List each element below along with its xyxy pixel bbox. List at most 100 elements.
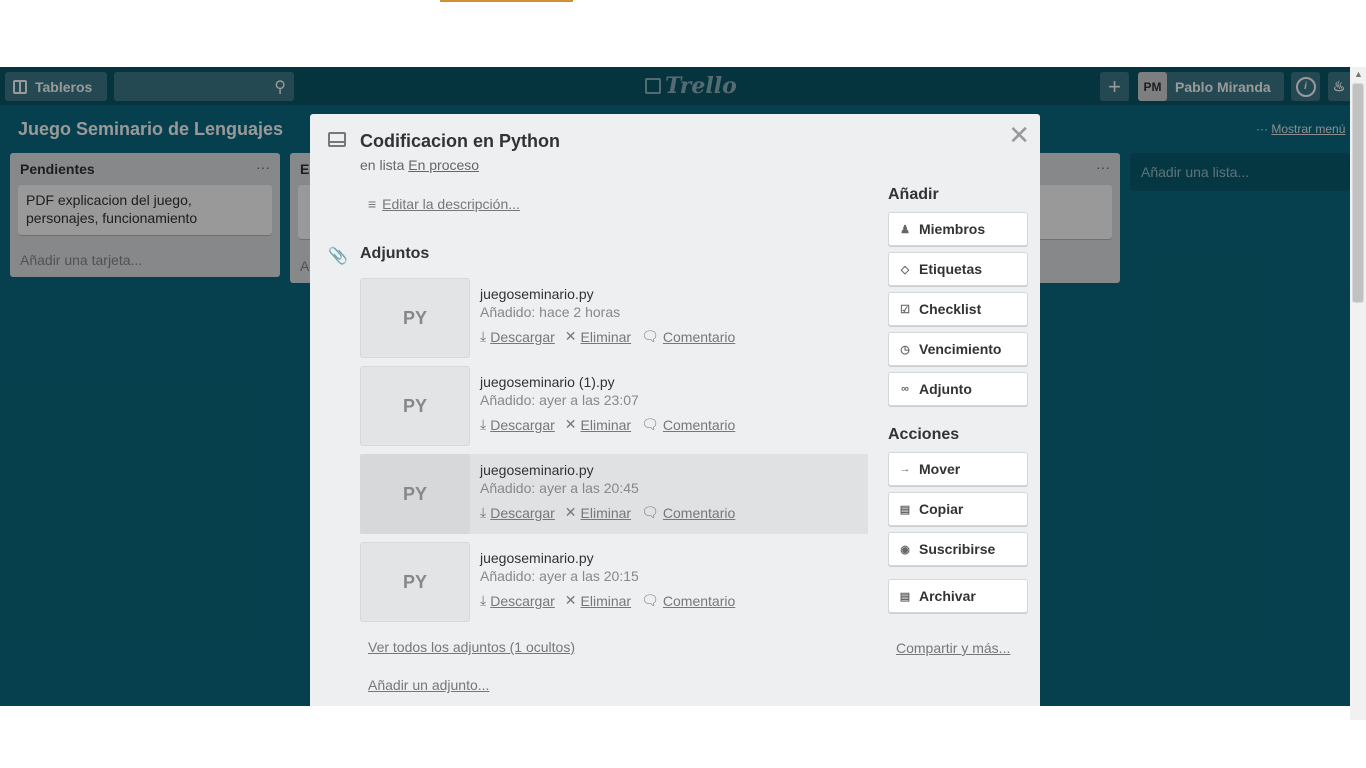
move-label: Mover xyxy=(919,461,961,477)
comment-button[interactable]: 🗨 Comentario xyxy=(641,416,735,433)
checkbox-icon: ☑ xyxy=(900,303,910,316)
tag-icon: ◇ xyxy=(900,263,910,276)
attachment-item[interactable]: PY juegoseminario.py Añadido: ayer a las… xyxy=(360,542,868,622)
share-more-link[interactable]: Compartir y más... xyxy=(896,640,1010,656)
attachment-name: juegoseminario.py xyxy=(480,550,594,566)
copy-button[interactable]: ▤ Copiar xyxy=(888,492,1028,526)
comment-label: Comentario xyxy=(662,592,736,609)
attachment-actions: ⤓ Descargar ✕ Eliminar 🗨 Comentario xyxy=(480,416,735,433)
attachments-title: Adjuntos xyxy=(360,245,430,262)
comment-icon: 🗨 xyxy=(641,504,659,520)
comment-button[interactable]: 🗨 Comentario xyxy=(641,504,735,521)
browser-top-area xyxy=(0,0,1366,67)
archive-button[interactable]: ▤ Archivar xyxy=(888,579,1028,613)
close-icon[interactable]: ✕ xyxy=(1008,120,1030,151)
attachment-date: Añadido: hace 2 horas xyxy=(480,304,621,320)
edit-description-link[interactable]: ≡ Editar la descripción... xyxy=(368,196,520,212)
paperclip-icon: 📎 xyxy=(328,248,348,265)
card-title[interactable]: Codificacion en Python xyxy=(360,131,560,152)
delete-label: Eliminar xyxy=(580,416,632,433)
arrow-right-icon: → xyxy=(899,463,911,475)
checklist-button[interactable]: ☑ Checklist xyxy=(888,292,1028,326)
download-button[interactable]: ⤓ Descargar xyxy=(480,504,555,521)
comment-label: Comentario xyxy=(662,328,736,345)
delete-button[interactable]: ✕ Eliminar xyxy=(565,592,631,609)
comment-icon: 🗨 xyxy=(641,592,659,608)
members-button[interactable]: ♟ Miembros xyxy=(888,212,1028,246)
view-all-attachments-link[interactable]: Ver todos los adjuntos (1 ocultos) xyxy=(368,639,575,655)
attachment-actions: ⤓ Descargar ✕ Eliminar 🗨 Comentario xyxy=(480,328,735,345)
attachment-thumbnail[interactable]: PY xyxy=(360,542,470,622)
members-label: Miembros xyxy=(919,221,986,237)
delete-button[interactable]: ✕ Eliminar xyxy=(565,328,631,345)
attachment-name: juegoseminario (1).py xyxy=(480,374,615,390)
download-icon: ⤓ xyxy=(480,328,487,344)
download-icon: ⤓ xyxy=(480,504,487,520)
due-date-label: Vencimiento xyxy=(919,341,1002,357)
download-button[interactable]: ⤓ Descargar xyxy=(480,592,555,609)
bottom-blank-area xyxy=(0,706,1366,768)
download-label: Descargar xyxy=(490,416,555,433)
clock-icon: ◷ xyxy=(900,343,910,356)
copy-label: Copiar xyxy=(919,501,964,517)
scroll-up-icon[interactable]: ▲ xyxy=(1354,69,1363,79)
person-icon: ♟ xyxy=(900,223,910,236)
loading-indicator xyxy=(440,0,573,2)
attachment-date: Añadido: ayer a las 20:15 xyxy=(480,568,639,584)
comment-button[interactable]: 🗨 Comentario xyxy=(641,328,735,345)
close-icon: ✕ xyxy=(564,504,577,520)
checklist-label: Checklist xyxy=(919,301,982,317)
attachment-button[interactable]: ∞ Adjunto xyxy=(888,372,1028,406)
attachment-date: Añadido: ayer a las 23:07 xyxy=(480,392,639,408)
due-date-button[interactable]: ◷ Vencimiento xyxy=(888,332,1028,366)
attachment-thumbnail[interactable]: PY xyxy=(360,366,470,446)
attachment-actions: ⤓ Descargar ✕ Eliminar 🗨 Comentario xyxy=(480,504,735,521)
attachment-thumbnail[interactable]: PY xyxy=(360,278,470,358)
card-list-info: en lista En proceso xyxy=(360,157,479,173)
in-list-prefix: en lista xyxy=(360,157,405,173)
list-link[interactable]: En proceso xyxy=(408,157,479,173)
comment-icon: 🗨 xyxy=(641,416,659,432)
subscribe-label: Suscribirse xyxy=(919,541,996,557)
delete-label: Eliminar xyxy=(580,592,632,609)
comment-label: Comentario xyxy=(662,416,736,433)
vertical-scrollbar[interactable]: ▲ xyxy=(1350,67,1366,720)
add-attachment-link[interactable]: Añadir un adjunto... xyxy=(368,677,489,693)
attachment-name: juegoseminario.py xyxy=(480,462,594,478)
card-icon xyxy=(328,132,346,152)
labels-label: Etiquetas xyxy=(919,261,983,277)
comment-label: Comentario xyxy=(662,504,736,521)
subscribe-button[interactable]: ◉ Suscribirse xyxy=(888,532,1028,566)
copy-icon: ▤ xyxy=(899,503,911,516)
archive-label: Archivar xyxy=(919,588,976,604)
attachment-date: Añadido: ayer a las 20:45 xyxy=(480,480,639,496)
move-button[interactable]: → Mover xyxy=(888,452,1028,486)
comment-button[interactable]: 🗨 Comentario xyxy=(641,592,735,609)
attachment-item[interactable]: PY juegoseminario.py Añadido: ayer a las… xyxy=(360,454,868,534)
labels-button[interactable]: ◇ Etiquetas xyxy=(888,252,1028,286)
edit-description-label: Editar la descripción... xyxy=(382,196,520,212)
delete-button[interactable]: ✕ Eliminar xyxy=(565,504,631,521)
delete-button[interactable]: ✕ Eliminar xyxy=(565,416,631,433)
attachment-thumbnail[interactable]: PY xyxy=(360,454,470,534)
download-icon: ⤓ xyxy=(480,416,487,432)
attachment-item[interactable]: PY juegoseminario (1).py Añadido: ayer a… xyxy=(360,366,868,446)
card-detail-modal: ✕ Codificacion en Python en lista En pro… xyxy=(310,114,1040,706)
download-button[interactable]: ⤓ Descargar xyxy=(480,328,555,345)
attachment-name: juegoseminario.py xyxy=(480,286,594,302)
download-label: Descargar xyxy=(490,592,555,609)
eye-icon: ◉ xyxy=(900,543,910,556)
attachment-label: Adjunto xyxy=(919,381,972,397)
attachment-actions: ⤓ Descargar ✕ Eliminar 🗨 Comentario xyxy=(480,592,735,609)
download-icon: ⤓ xyxy=(480,592,487,608)
download-label: Descargar xyxy=(490,328,555,345)
close-icon: ✕ xyxy=(564,328,577,344)
add-section-title: Añadir xyxy=(888,186,939,203)
download-button[interactable]: ⤓ Descargar xyxy=(480,416,555,433)
scrollbar-thumb[interactable] xyxy=(1352,83,1364,303)
delete-label: Eliminar xyxy=(580,504,632,521)
paperclip-icon: ∞ xyxy=(901,383,909,395)
attachment-item[interactable]: PY juegoseminario.py Añadido: hace 2 hor… xyxy=(360,278,868,358)
download-label: Descargar xyxy=(490,504,555,521)
description-icon: ≡ xyxy=(368,196,377,212)
